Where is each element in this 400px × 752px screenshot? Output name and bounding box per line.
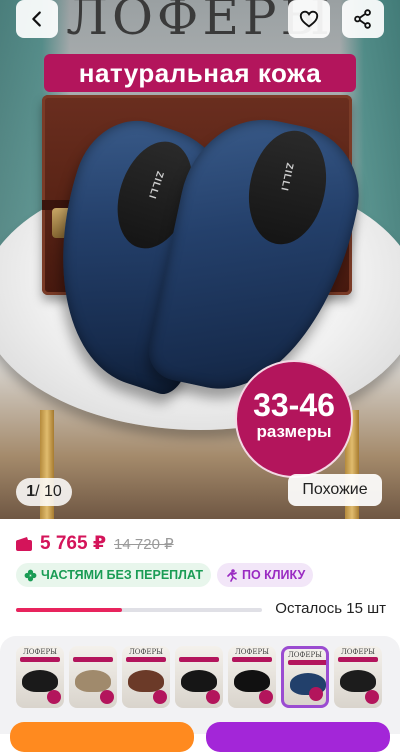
promo-title: ЛОФЕРЫ: [66, 0, 334, 46]
thumbnail-size-badge: [47, 690, 61, 704]
share-icon: [354, 9, 371, 29]
click-label: ПО КЛИКУ: [241, 568, 306, 582]
thumbnail-label: ЛОФЕРЫ: [340, 648, 376, 656]
thumbnail-size-badge: [309, 687, 323, 701]
thumbnail-shoe: [128, 670, 164, 692]
thumbnail-band: [288, 660, 326, 665]
thumbnail-size-badge: [365, 690, 379, 704]
thumbnail-shoe: [234, 670, 270, 692]
price-row: 5 765 ₽ 14 720 ₽: [16, 532, 174, 555]
thumbnail-shoe: [22, 670, 58, 692]
thumbnail[interactable]: ЛОФЕРЫ: [228, 646, 276, 708]
stock-progress-bar: [16, 608, 262, 612]
thumbnail[interactable]: ЛОФЕРЫ: [16, 646, 64, 708]
size-label: размеры: [256, 422, 332, 441]
stock-row: Осталось 15 шт: [16, 600, 386, 620]
click-badge[interactable]: ПО КЛИКУ: [216, 563, 314, 587]
back-button[interactable]: [16, 0, 58, 38]
insole-brand: ZILLI: [278, 161, 295, 193]
thumbnail-label: ЛОФЕРЫ: [22, 648, 58, 656]
promo-subtitle: натуральная кожа: [44, 54, 356, 92]
thumbnail-band: [126, 657, 166, 662]
thumbnail-label: ЛОФЕРЫ: [287, 651, 323, 659]
size-range: 33-46: [253, 387, 335, 423]
thumbnail-size-badge: [206, 690, 220, 704]
installment-label: ЧАСТЯМИ БЕЗ ПЕРЕПЛАТ: [41, 568, 203, 582]
thumbnail[interactable]: ЛОФЕРЫ: [122, 646, 170, 708]
thumbnail-size-badge: [259, 690, 273, 704]
running-person-icon: [227, 568, 237, 582]
thumbnail-size-badge: [153, 690, 167, 704]
thumbnail-band: [179, 657, 219, 662]
size-badge: 33-46 размеры: [235, 360, 353, 478]
heart-icon: [299, 10, 319, 28]
thumbnail-list: ЛОФЕРЫ ЛОФЕРЫ ЛОФЕРЫ ЛОФЕРЫ ЛОФЕРЫ: [16, 646, 382, 708]
thumbnail[interactable]: ЛОФЕРЫ: [334, 646, 382, 708]
thumbnail-shoe: [181, 670, 217, 692]
thumbnail-band: [73, 657, 113, 662]
insole-brand: ZILLI: [145, 169, 166, 201]
bottom-actions: [0, 718, 400, 752]
current-price: 5 765 ₽: [40, 533, 107, 554]
thumbnail-shoe: [75, 670, 111, 692]
thumbnail-shoe: [340, 670, 376, 692]
installment-badge[interactable]: ЧАСТЯМИ БЕЗ ПЕРЕПЛАТ: [16, 563, 211, 587]
thumbnail-band: [232, 657, 272, 662]
thumbnail[interactable]: ЛОФЕРЫ: [281, 646, 329, 708]
thumbnail-band: [338, 657, 378, 662]
thumbnail-label: ЛОФЕРЫ: [128, 648, 164, 656]
counter-total: / 10: [35, 483, 62, 500]
thumbnail-size-badge: [100, 690, 114, 704]
add-to-cart-button[interactable]: [206, 722, 390, 752]
badges: ЧАСТЯМИ БЕЗ ПЕРЕПЛАТ ПО КЛИКУ: [16, 563, 314, 587]
thumbnail[interactable]: [175, 646, 223, 708]
share-button[interactable]: [342, 0, 384, 38]
chevron-left-icon: [32, 11, 41, 27]
old-price: 14 720 ₽: [114, 535, 174, 553]
stock-text: Осталось 15 шт: [275, 600, 386, 617]
counter-current: 1: [26, 483, 36, 500]
thumbnail-label: ЛОФЕРЫ: [234, 648, 270, 656]
thumbnail[interactable]: [69, 646, 117, 708]
product-gallery[interactable]: ZILLI ZILLI ЛОФЕРЫ натуральная кожа 33-4…: [0, 0, 400, 519]
thumbnail-band: [20, 657, 60, 662]
favorite-button[interactable]: [288, 0, 330, 38]
image-counter: 1 / 10: [16, 478, 72, 506]
buy-button[interactable]: [10, 722, 194, 752]
similar-button[interactable]: Похожие: [288, 474, 382, 506]
clover-icon: [24, 569, 37, 581]
stock-progress-fill: [16, 608, 122, 612]
wallet-icon: [16, 536, 32, 551]
